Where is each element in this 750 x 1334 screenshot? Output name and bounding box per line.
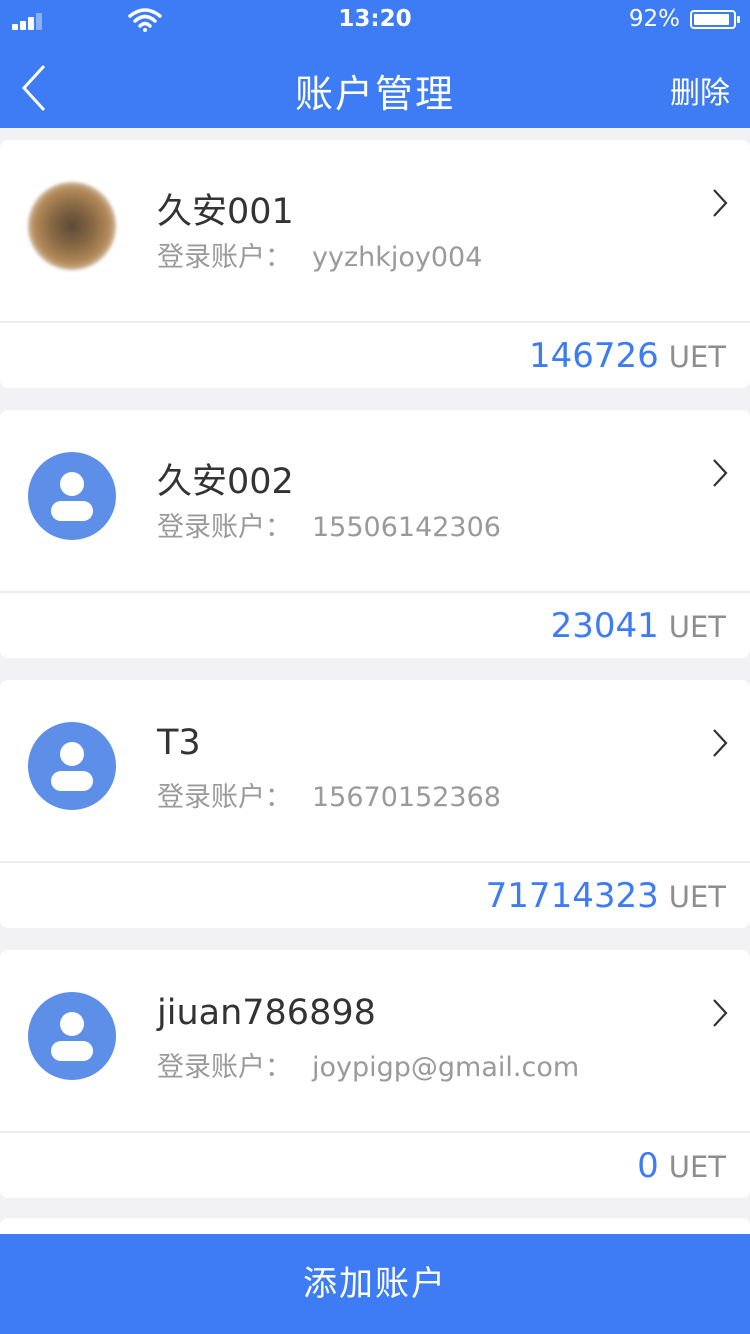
avatar — [28, 182, 116, 270]
page-title: 账户管理 — [294, 72, 455, 116]
chevron-right-icon — [713, 999, 728, 1027]
account-card[interactable]: 久安002 登录账户： 15506142306 23041 UET — [0, 410, 750, 658]
account-card[interactable]: 久安001 登录账户： yyzhkjoy004 146726 UET — [0, 140, 750, 388]
login-label: 登录账户： — [157, 782, 292, 813]
status-bar: 13:20 92% — [0, 0, 750, 40]
battery-icon — [690, 10, 740, 29]
divider — [0, 321, 750, 323]
login-label: 登录账户： — [157, 242, 292, 273]
chevron-right-icon — [713, 459, 728, 487]
balance-unit: UET — [668, 880, 726, 914]
balance-unit: UET — [668, 610, 726, 644]
nav-header: 13:20 92% 账户管理 删除 — [0, 0, 750, 128]
battery-percent: 92% — [628, 6, 680, 32]
divider — [0, 861, 750, 863]
account-name: 久安002 — [157, 462, 294, 502]
balance-unit: UET — [668, 340, 726, 374]
person-icon — [28, 452, 116, 540]
login-account: 登录账户： yyzhkjoy004 — [157, 235, 482, 274]
balance: 0 UET — [637, 1146, 726, 1186]
login-value: yyzhkjoy004 — [312, 242, 483, 273]
login-account: 登录账户： joypigp@gmail.com — [157, 1045, 579, 1084]
balance-value: 23041 — [550, 606, 659, 646]
login-account: 登录账户： 15506142306 — [157, 505, 501, 544]
login-label: 登录账户： — [157, 512, 292, 543]
login-account: 登录账户： 15670152368 — [157, 775, 501, 814]
balance: 146726 UET — [529, 336, 726, 376]
account-card[interactable]: jiuan786898 登录账户： joypigp@gmail.com 0 UET — [0, 950, 750, 1198]
login-value: joypigp@gmail.com — [312, 1052, 580, 1083]
account-card[interactable]: T3 登录账户： 15670152368 71714323 UET — [0, 680, 750, 928]
login-value: 15506142306 — [312, 512, 501, 543]
divider — [0, 591, 750, 593]
balance-value: 146726 — [528, 336, 659, 376]
login-value: 15670152368 — [312, 782, 501, 813]
balance-value: 71714323 — [485, 876, 659, 916]
balance: 71714323 UET — [486, 876, 726, 916]
person-icon — [28, 722, 116, 810]
balance-value: 0 — [637, 1146, 659, 1186]
divider — [0, 1131, 750, 1133]
person-icon — [28, 992, 116, 1080]
delete-button[interactable]: 删除 — [670, 68, 730, 112]
account-name: T3 — [157, 723, 201, 763]
balance: 23041 UET — [551, 606, 726, 646]
account-name: jiuan786898 — [157, 993, 376, 1033]
balance-unit: UET — [668, 1150, 726, 1184]
account-name: 久安001 — [157, 192, 294, 232]
chevron-right-icon — [713, 189, 728, 217]
login-label: 登录账户： — [157, 1052, 292, 1083]
add-account-button[interactable]: 添加账户 — [0, 1234, 750, 1334]
chevron-right-icon — [713, 729, 728, 757]
